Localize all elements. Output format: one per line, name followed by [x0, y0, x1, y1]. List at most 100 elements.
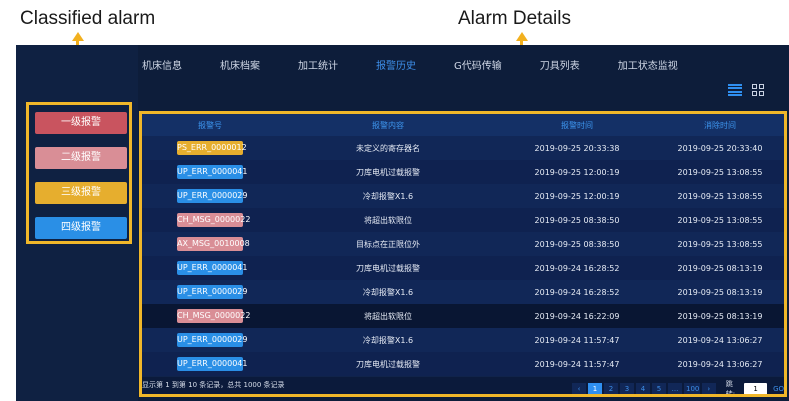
page-3-button[interactable]: 3	[620, 382, 634, 394]
cleared-time-cell: 2019-09-25 08:13:19	[677, 287, 763, 297]
cleared-time-cell: 2019-09-25 20:33:40	[677, 143, 763, 153]
alarm-code-badge: CH_MSG_0000022	[177, 213, 250, 227]
alarm-details-annotation: Alarm Details	[458, 8, 571, 29]
go-button[interactable]: GO	[773, 385, 784, 393]
alarm-time-cell: 2019-09-25 12:00:19	[534, 191, 620, 201]
classified-alarm-annotation: Classified alarm	[20, 8, 156, 29]
cleared-time-cell: 2019-09-25 08:13:19	[677, 311, 763, 321]
alarm-details-panel: 报警号 报警内容 报警时间 消除时间 PS_ERR_0000012 未定义的寄存器…	[139, 111, 787, 397]
next-page-button[interactable]: ›	[701, 382, 716, 394]
cleared-time-cell: 2019-09-25 13:08:55	[677, 191, 763, 201]
table-row[interactable]: AX_MSG_0010008 目标点在正限位外 2019-09-25 08:38:5…	[142, 232, 784, 256]
alarm-code-cell: UP_ERR_0000029	[142, 184, 278, 208]
alarm-time-cell: 2019-09-25 08:38:50	[534, 215, 620, 225]
alarm-code-badge: CH_MSG_0000022	[177, 309, 250, 323]
alarm-content-cell: 目标点在正限位外	[356, 239, 420, 249]
alarm-time-cell: 2019-09-24 16:28:52	[534, 263, 620, 273]
table-row[interactable]: CH_MSG_0000022 将超出软限位 2019-09-24 16:22:09 2…	[142, 304, 784, 328]
table-row[interactable]: PS_ERR_0000012 未定义的寄存器名 2019-09-25 20:33:3…	[142, 136, 784, 160]
alarm-content-cell: 未定义的寄存器名	[356, 143, 420, 153]
alarm-level-panel: 一级报警 二级报警 三级报警 四级报警	[26, 102, 132, 244]
alarm-code-cell: UP_ERR_0000041	[142, 352, 278, 376]
page-1-button[interactable]: 1	[588, 382, 602, 394]
nav-machine-info[interactable]: 机床信息	[142, 57, 182, 72]
header-alarm-code[interactable]: 报警号	[142, 114, 278, 136]
record-summary: 显示第 1 到第 10 条记录，总共 1000 条记录	[142, 381, 285, 389]
pagination: ‹ 1 2 3 4 5 ... 100 › 跳转: 1 GO	[572, 379, 784, 397]
cleared-time-cell: 2019-09-24 13:06:27	[677, 359, 763, 369]
alarm-content-cell: 将超出软限位	[364, 215, 412, 225]
top-nav: 机床信息 机床档案 加工统计 报警历史 G代码传输 刀具列表 加工状态监视	[142, 57, 716, 72]
nav-tool-list[interactable]: 刀具列表	[540, 57, 580, 72]
table-body: PS_ERR_0000012 未定义的寄存器名 2019-09-25 20:33:3…	[142, 136, 784, 376]
alarm-code-badge: PS_ERR_0000012	[177, 141, 247, 155]
nav-alarm-history[interactable]: 报警历史	[376, 57, 416, 72]
table-row[interactable]: UP_ERR_0000041 刀库电机过载报警 2019-09-24 11:57:4…	[142, 352, 784, 376]
alarm-code-cell: CH_MSG_0000022	[142, 304, 278, 328]
alarm-code-cell: CH_MSG_0000022	[142, 208, 278, 232]
nav-gcode-transfer[interactable]: G代码传输	[454, 57, 502, 72]
alarm-time-cell: 2019-09-24 16:22:09	[534, 311, 620, 321]
alarm-level-3-button[interactable]: 三级报警	[35, 182, 127, 204]
alarm-code-badge: UP_ERR_0000029	[177, 333, 247, 347]
alarm-content-cell: 刀库电机过载报警	[356, 359, 420, 369]
nav-machine-archive[interactable]: 机床档案	[220, 57, 260, 72]
table-header-row: 报警号 报警内容 报警时间 消除时间	[142, 114, 784, 136]
alarm-time-cell: 2019-09-25 08:38:50	[534, 239, 620, 249]
alarm-table: 报警号 报警内容 报警时间 消除时间 PS_ERR_0000012 未定义的寄存器…	[142, 114, 784, 376]
alarm-code-badge: UP_ERR_0000029	[177, 285, 247, 299]
nav-process-monitor[interactable]: 加工状态监视	[618, 57, 678, 72]
jump-page-input[interactable]: 1	[744, 382, 768, 394]
alarm-level-2-button[interactable]: 二级报警	[35, 147, 127, 169]
alarm-code-cell: UP_ERR_0000041	[142, 160, 278, 184]
alarm-content-cell: 冷却报警X1.6	[362, 287, 414, 297]
table-row[interactable]: UP_ERR_0000041 刀库电机过载报警 2019-09-25 12:00:1…	[142, 160, 784, 184]
header-alarm-content[interactable]: 报警内容	[278, 114, 498, 136]
header-alarm-time[interactable]: 报警时间	[498, 114, 656, 136]
page-4-button[interactable]: 4	[636, 382, 650, 394]
alarm-content-cell: 冷却报警X1.6	[362, 335, 414, 345]
alarm-code-badge: UP_ERR_0000041	[177, 357, 247, 371]
page-100-button[interactable]: 100	[684, 382, 700, 394]
alarm-code-cell: UP_ERR_0000029	[142, 328, 278, 352]
cleared-time-cell: 2019-09-25 13:08:55	[677, 239, 763, 249]
alarm-code-cell: UP_ERR_0000041	[142, 256, 278, 280]
table-row[interactable]: UP_ERR_0000041 刀库电机过载报警 2019-09-24 16:28:5…	[142, 256, 784, 280]
table-row[interactable]: CH_MSG_0000022 将超出软限位 2019-09-25 08:38:50 2…	[142, 208, 784, 232]
alarm-code-badge: AX_MSG_0010008	[177, 237, 250, 251]
grid-view-icon[interactable]	[752, 84, 764, 96]
alarm-level-4-button[interactable]: 四级报警	[35, 217, 127, 239]
prev-page-button[interactable]: ‹	[572, 382, 586, 394]
list-view-icon[interactable]	[728, 84, 742, 96]
cleared-time-cell: 2019-09-24 13:06:27	[677, 335, 763, 345]
alarm-code-cell: AX_MSG_0010008	[142, 232, 278, 256]
header-cleared-time[interactable]: 消除时间	[656, 114, 784, 136]
alarm-code-cell: PS_ERR_0000012	[142, 136, 278, 160]
alarm-time-cell: 2019-09-24 11:57:47	[534, 359, 620, 369]
alarm-code-badge: UP_ERR_0000029	[177, 189, 247, 203]
page-2-button[interactable]: 2	[604, 382, 618, 394]
alarm-level-1-button[interactable]: 一级报警	[35, 112, 127, 134]
jump-label: 跳转:	[725, 380, 736, 397]
alarm-time-cell: 2019-09-24 11:57:47	[534, 335, 620, 345]
page-5-button[interactable]: 5	[652, 382, 666, 394]
alarm-time-cell: 2019-09-25 20:33:38	[534, 143, 620, 153]
alarm-code-badge: UP_ERR_0000041	[177, 261, 247, 275]
alarm-content-cell: 刀库电机过载报警	[356, 263, 420, 273]
table-row[interactable]: UP_ERR_0000029 冷却报警X1.6 2019-09-25 12:00:1…	[142, 184, 784, 208]
alarm-code-badge: UP_ERR_0000041	[177, 165, 247, 179]
alarm-time-cell: 2019-09-24 16:28:52	[534, 287, 620, 297]
cleared-time-cell: 2019-09-25 13:08:55	[677, 167, 763, 177]
alarm-content-cell: 将超出软限位	[364, 311, 412, 321]
page-ellipsis: ...	[668, 382, 682, 394]
cleared-time-cell: 2019-09-25 13:08:55	[677, 215, 763, 225]
table-row[interactable]: UP_ERR_0000029 冷却报警X1.6 2019-09-24 11:57:4…	[142, 328, 784, 352]
alarm-time-cell: 2019-09-25 12:00:19	[534, 167, 620, 177]
alarm-code-cell: UP_ERR_0000029	[142, 280, 278, 304]
nav-processing-stats[interactable]: 加工统计	[298, 57, 338, 72]
alarm-content-cell: 刀库电机过载报警	[356, 167, 420, 177]
alarm-content-cell: 冷却报警X1.6	[362, 191, 414, 201]
table-row[interactable]: UP_ERR_0000029 冷却报警X1.6 2019-09-24 16:28:5…	[142, 280, 784, 304]
view-toggle	[728, 84, 764, 96]
table-footer: 显示第 1 到第 10 条记录，总共 1000 条记录 ‹ 1 2 3 4 5 …	[142, 377, 784, 394]
